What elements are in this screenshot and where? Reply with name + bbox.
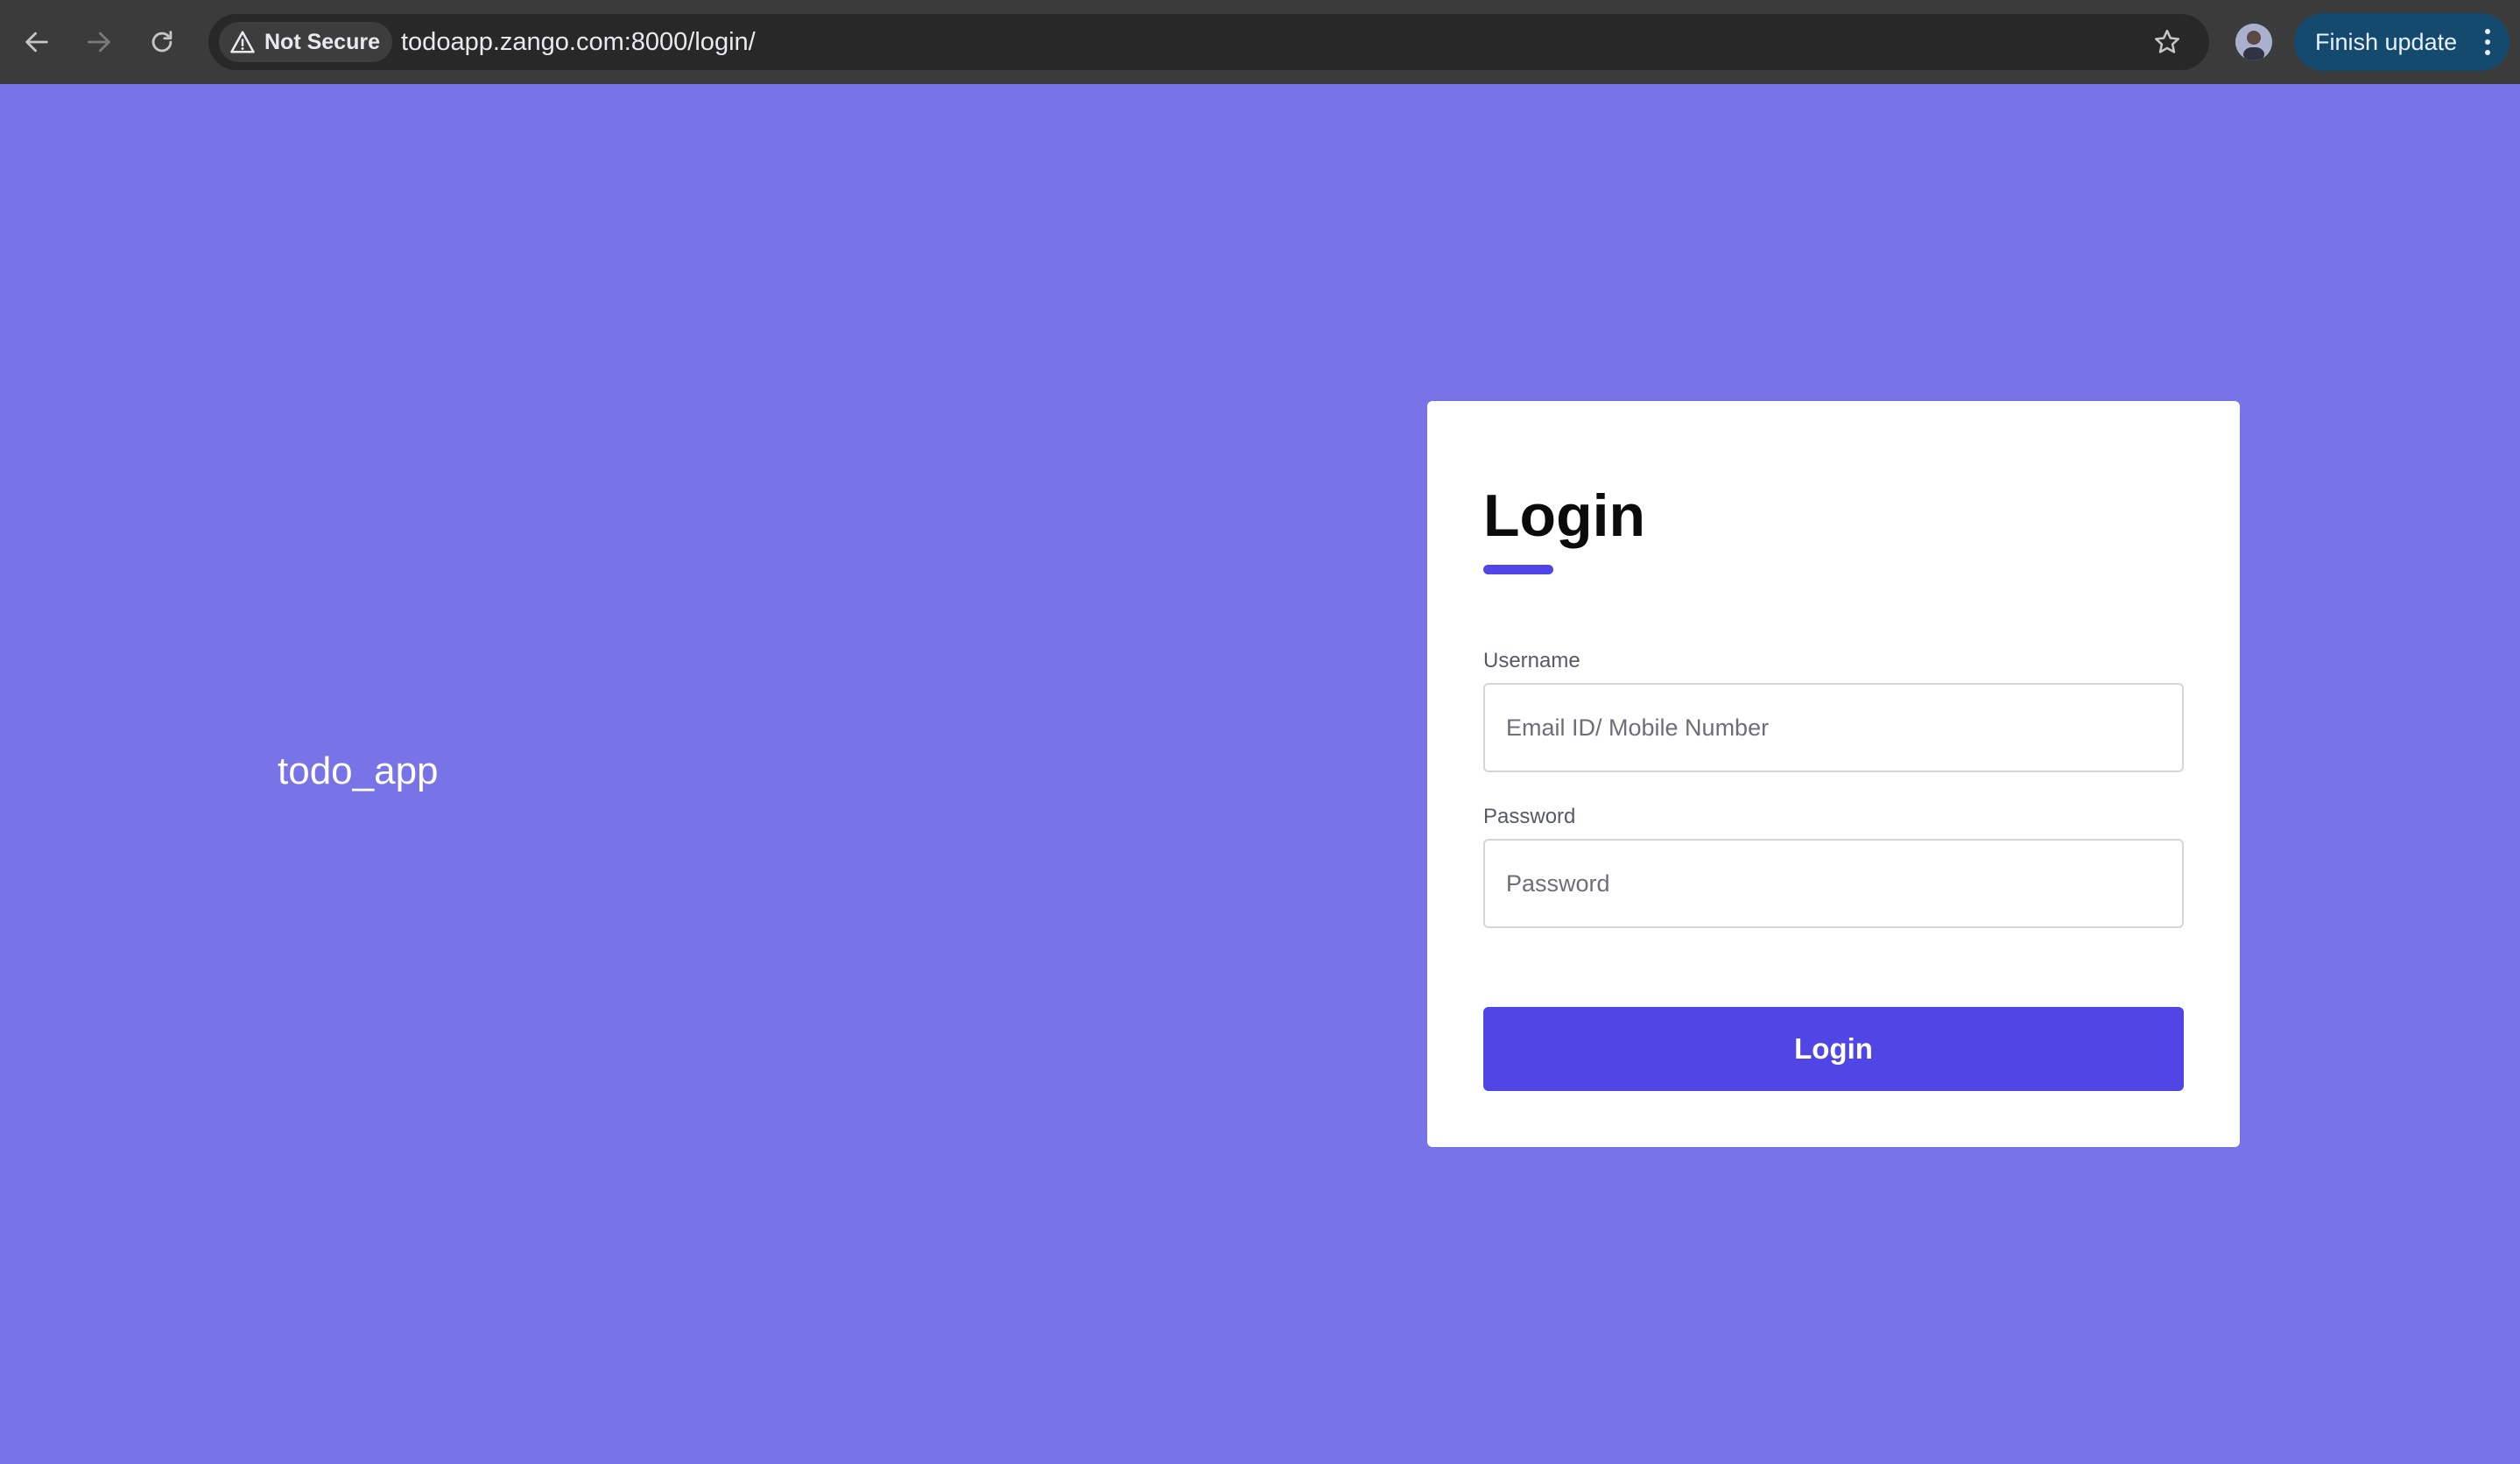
arrow-right-icon	[88, 32, 110, 53]
reload-button[interactable]	[140, 20, 184, 64]
url-text[interactable]: todoapp.zango.com:8000/login/	[401, 14, 756, 70]
bookmark-button[interactable]	[2150, 25, 2185, 60]
username-label: Username	[1483, 649, 1580, 672]
app-name: todo_app	[278, 750, 439, 792]
password-input[interactable]	[1483, 839, 2184, 928]
kebab-menu-icon[interactable]	[2483, 28, 2492, 56]
address-bar[interactable]: Not Secure todoapp.zango.com:8000/login/	[208, 14, 2209, 70]
star-icon	[2154, 29, 2180, 53]
arrow-left-icon	[25, 32, 48, 53]
reload-icon	[151, 31, 172, 53]
security-indicator[interactable]: Not Secure	[219, 22, 392, 62]
finish-update-label: Finish update	[2315, 28, 2458, 55]
login-title: Login	[1483, 482, 1646, 549]
warning-triangle-icon	[230, 31, 255, 53]
browser-toolbar: Not Secure todoapp.zango.com:8000/login/…	[0, 0, 2520, 84]
finish-update-button[interactable]: Finish update	[2294, 13, 2509, 71]
forward-button[interactable]	[77, 20, 121, 64]
profile-avatar[interactable]	[2235, 24, 2272, 60]
back-button[interactable]	[15, 20, 59, 64]
avatar	[2235, 24, 2272, 60]
login-button[interactable]: Login	[1483, 1007, 2184, 1091]
username-input[interactable]	[1483, 683, 2184, 772]
login-card: Login Username Password Login	[1427, 401, 2240, 1147]
title-underline	[1483, 565, 1553, 574]
security-label: Not Secure	[264, 29, 380, 54]
password-label: Password	[1483, 805, 1576, 828]
